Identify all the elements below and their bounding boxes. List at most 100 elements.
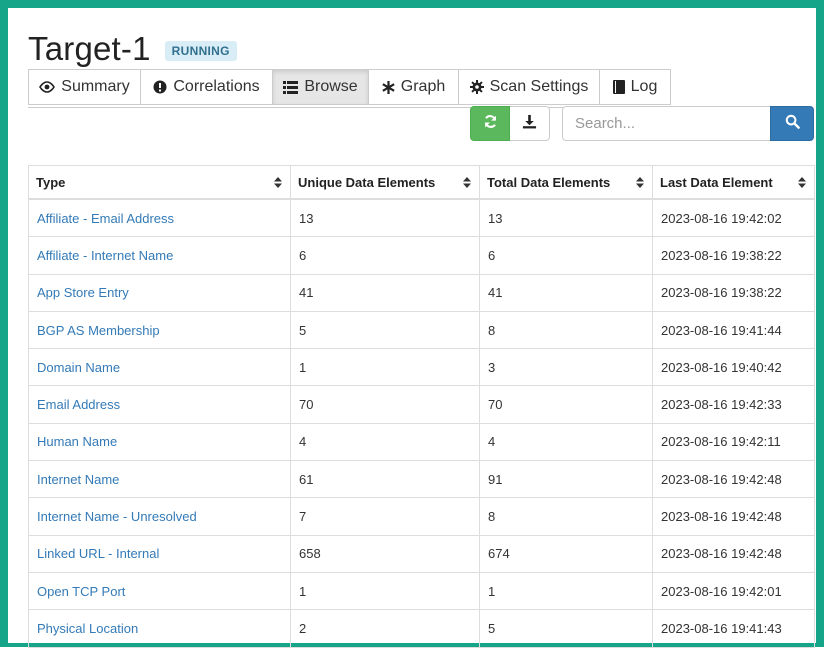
cell-unique: 61 [290,460,480,499]
table-row: Open TCP Port 1 1 2023-08-16 19:42:01 [28,571,815,611]
list-icon [283,80,299,94]
cell-type: Internet Name - Unresolved [28,497,291,536]
cell-type: Linked URL - Internal [28,534,291,573]
tab-summary[interactable]: Summary [28,69,140,105]
tab-bar: Summary Correlations Browse Graph Scan S… [28,69,671,108]
cell-unique: 41 [290,273,480,312]
type-link[interactable]: BGP AS Membership [37,323,160,338]
column-header-last[interactable]: Last Data Element [652,165,815,200]
gear-icon [469,80,484,94]
tab-scan-settings-label: Scan Settings [489,78,589,95]
tab-browse[interactable]: Browse [272,69,368,105]
tab-correlations-label: Correlations [173,78,260,95]
cell-type: Email Address [28,385,291,424]
tab-graph-label: Graph [400,78,446,95]
cell-total: 91 [479,460,653,499]
tab-log-label: Log [630,78,658,95]
eye-icon [39,81,56,93]
cell-last: 2023-08-16 19:38:22 [652,236,815,275]
table-row: Linked URL - Internal 658 674 2023-08-16 19… [28,534,815,573]
cell-last: 2023-08-16 19:41:44 [652,310,815,350]
cell-type: Domain Name [28,348,291,387]
cell-total: 70 [479,385,653,424]
refresh-icon [483,114,498,134]
cell-total: 41 [479,273,653,312]
cell-last: 2023-08-16 19:42:48 [652,497,815,536]
cell-total: 13 [479,198,653,238]
cell-unique: 2 [290,609,480,648]
search-button[interactable] [770,106,814,141]
type-link[interactable]: Affiliate - Internet Name [37,248,173,263]
cell-last: 2023-08-16 19:38:22 [652,273,815,312]
search-input[interactable] [562,106,770,141]
cell-last: 2023-08-16 19:42:02 [652,198,815,238]
table-row: Affiliate - Email Address 13 13 2023-08-16 … [28,198,815,238]
cell-unique: 6 [290,236,480,275]
tab-correlations[interactable]: Correlations [140,69,272,105]
cell-unique: 1 [290,348,480,387]
cell-type: Affiliate - Email Address [28,198,291,238]
type-link[interactable]: Human Name [37,434,117,449]
type-link[interactable]: Affiliate - Email Address [37,211,174,226]
type-link[interactable]: Internet Name [37,472,119,487]
download-icon [522,114,537,134]
tab-graph[interactable]: Graph [368,69,458,105]
table-row: Affiliate - Internet Name 6 6 2023-08-16 19… [28,236,815,275]
cell-last: 2023-08-16 19:40:42 [652,348,815,387]
sort-icon [798,176,806,191]
cell-total: 4 [479,422,653,462]
cell-last: 2023-08-16 19:42:48 [652,460,815,499]
table-row: Domain Name 1 3 2023-08-16 19:40:42 [28,348,815,387]
type-link[interactable]: Open TCP Port [37,584,125,599]
table-row: BGP AS Membership 5 8 2023-08-16 19:41:44 [28,310,815,350]
download-button[interactable] [510,106,550,141]
sort-icon [463,176,471,191]
column-header-type-label: Type [36,174,66,190]
column-header-unique[interactable]: Unique Data Elements [290,165,480,200]
tab-log[interactable]: Log [599,69,671,105]
tab-browse-label: Browse [304,78,358,95]
exclamation-circle-icon [153,80,167,94]
cell-unique: 5 [290,310,480,350]
cell-unique: 13 [290,198,480,238]
column-header-total-label: Total Data Elements [487,174,611,190]
book-icon [612,80,625,94]
table-row: Human Name 4 4 2023-08-16 19:42:11 [28,422,815,462]
table-row: App Store Entry 41 41 2023-08-16 19:38:22 [28,273,815,312]
cell-type: App Store Entry [28,273,291,312]
cell-total: 674 [479,534,653,573]
cell-total: 3 [479,348,653,387]
column-header-type[interactable]: Type [28,165,291,200]
type-link[interactable]: Email Address [37,397,120,412]
cell-type: Affiliate - Internet Name [28,236,291,275]
cell-type: Human Name [28,422,291,462]
cell-last: 2023-08-16 19:42:48 [652,534,815,573]
cell-total: 6 [479,236,653,275]
cell-total: 8 [479,497,653,536]
cell-total: 8 [479,310,653,350]
type-link[interactable]: Domain Name [37,360,120,375]
cell-last: 2023-08-16 19:42:33 [652,385,815,424]
cell-type: BGP AS Membership [28,310,291,350]
table-row: Email Address 70 70 2023-08-16 19:42:33 [28,385,815,424]
type-link[interactable]: Linked URL - Internal [37,546,159,561]
cell-unique: 658 [290,534,480,573]
search-icon [785,114,800,134]
page-title: Target-1 [28,30,151,67]
refresh-button[interactable] [470,106,510,141]
sort-icon [274,176,282,191]
cell-type: Internet Name [28,460,291,499]
cell-type: Open TCP Port [28,571,291,611]
type-link[interactable]: App Store Entry [37,285,129,300]
column-header-total[interactable]: Total Data Elements [479,165,653,200]
action-toolbar [470,106,550,141]
type-link[interactable]: Internet Name - Unresolved [37,509,197,524]
tab-scan-settings[interactable]: Scan Settings [458,69,599,105]
title-row: Target-1 RUNNING [28,30,237,68]
cell-last: 2023-08-16 19:41:43 [652,609,815,648]
table-row: Internet Name 61 91 2023-08-16 19:42:48 [28,460,815,499]
tab-summary-label: Summary [61,78,130,95]
cell-last: 2023-08-16 19:42:01 [652,571,815,611]
type-link[interactable]: Physical Location [37,621,138,636]
column-header-last-label: Last Data Element [660,174,773,190]
